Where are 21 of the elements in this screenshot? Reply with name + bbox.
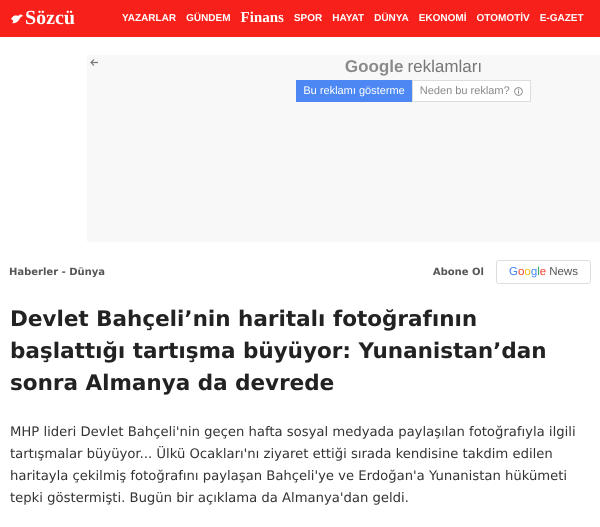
article-headline: Devlet Bahçeli’nin haritalı fotoğrafının başlattığı tartışma büyüyor: Yunanistan’dan sonra Almanya da devrede xyxy=(10,306,548,398)
back-arrow-icon[interactable] xyxy=(90,59,98,66)
ad-title: Google reklamları xyxy=(344,57,482,77)
nav-link[interactable]: YAZARLAR xyxy=(122,13,176,24)
info-icon xyxy=(514,86,523,96)
nav-link[interactable]: OTOMOTİV xyxy=(476,13,530,24)
why-ad-button[interactable]: Neden bu reklam? xyxy=(412,80,531,102)
nav-link[interactable]: Finans xyxy=(240,10,284,27)
bird-icon xyxy=(10,12,24,24)
nav-link[interactable]: EKONOMİ xyxy=(418,13,467,24)
site-logo[interactable]: Sözcü xyxy=(25,7,75,30)
breadcrumb[interactable]: Haberler - Dünya xyxy=(9,266,106,278)
article-lead: MHP lideri Devlet Bahçeli'nin geçen hafta sosyal medyada paylaşılan fotoğrafıyla ilgili tartışmalar büyüyor... Ülkü Ocakları'nı ziyaret ettiği sırada kendisine takdim edilen haritayla çekilmiş fotoğrafını paylaşan Bahçeli'ye ve Erdoğan'a Yunanistan hükümeti tepki göstermişti. Bugün bir açıklama da Almanya'dan geldi. xyxy=(10,424,577,508)
subscribe-label: Abone Ol xyxy=(432,266,484,278)
nav-link[interactable]: SPOR xyxy=(294,13,322,24)
google-news-button[interactable]: Google News xyxy=(496,260,591,284)
hide-ad-button[interactable]: Bu reklamı gösterme xyxy=(296,80,412,102)
nav-link[interactable]: HAYAT xyxy=(332,13,364,24)
nav-link[interactable]: E-GAZET xyxy=(540,13,584,24)
nav-link[interactable]: GÜNDEM xyxy=(186,13,231,24)
nav-link[interactable]: DÜNYA xyxy=(374,13,409,24)
